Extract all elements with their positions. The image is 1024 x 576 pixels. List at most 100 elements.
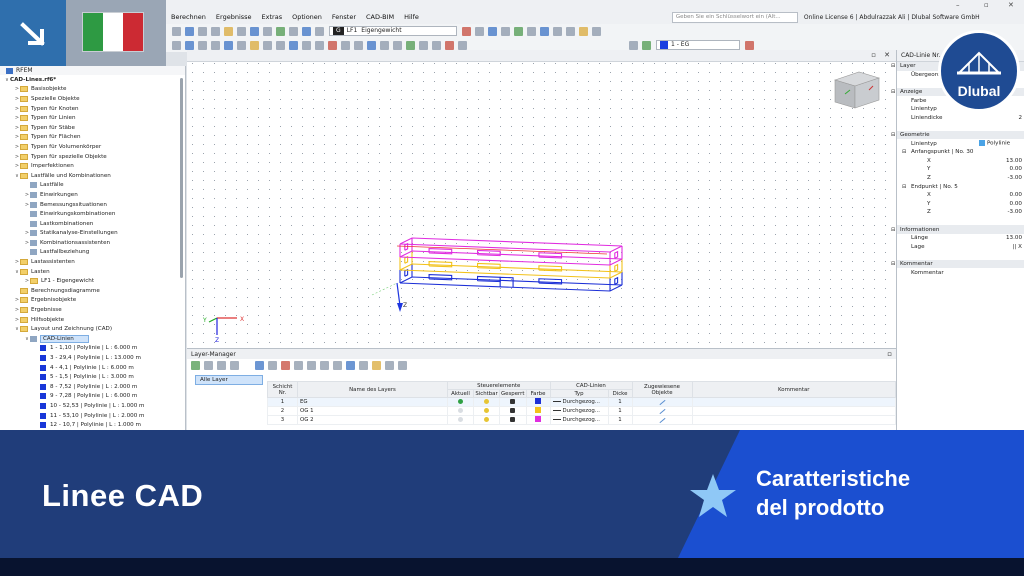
layer-copy-icon[interactable] <box>217 360 226 370</box>
tree-item[interactable]: 1 - 1,10 | Polylinie | L : 6.000 m <box>0 344 185 354</box>
filter-icon[interactable] <box>432 40 441 50</box>
layer-unlink-icon[interactable] <box>359 360 368 370</box>
tree-item[interactable]: > Typen für Knoten <box>0 104 185 114</box>
prev-icon[interactable] <box>462 26 471 36</box>
layer-sort-icon[interactable] <box>333 360 342 370</box>
tree-item[interactable]: Berechnungsdiagramme <box>0 286 185 296</box>
tree-item[interactable]: ∨ Lastfälle und Kombinationen <box>0 171 185 181</box>
pen-icon[interactable] <box>658 417 666 424</box>
layer-comment[interactable] <box>691 406 896 416</box>
menu-cad-bim[interactable]: CAD-BIM <box>361 13 399 21</box>
radio-icon[interactable] <box>458 407 463 413</box>
layer-delete-icon[interactable] <box>230 360 239 370</box>
property-row[interactable]: Liniendicke 2 <box>897 114 1024 123</box>
mesh-icon[interactable] <box>514 26 523 36</box>
property-row[interactable]: Linientyp Polylinie <box>897 139 1024 148</box>
tree-item[interactable]: > Kombinationsassistenten <box>0 238 185 248</box>
section-icon[interactable] <box>527 26 536 36</box>
guide-icon[interactable] <box>380 40 389 50</box>
tree-item[interactable]: > Einwirkungen <box>0 190 185 200</box>
layer-icon[interactable] <box>406 40 415 50</box>
layer-pin-icon[interactable] <box>745 40 754 50</box>
line-icon[interactable] <box>198 40 207 50</box>
cad-line-eg[interactable] <box>614 276 619 285</box>
property-row[interactable]: Kommentar <box>897 268 1024 277</box>
redo-icon[interactable] <box>237 26 246 36</box>
tree-item[interactable]: 5 - 1,5 | Polylinie | L : 3.000 m <box>0 372 185 382</box>
tree-item[interactable]: > Typen für Stäbe <box>0 123 185 133</box>
layer-thickness[interactable]: 1 <box>607 406 633 416</box>
surface-icon[interactable] <box>224 40 233 50</box>
property-row[interactable]: Z -3.00 <box>897 174 1024 183</box>
collapse-icon[interactable]: ⊟ <box>891 63 895 69</box>
close-icon[interactable]: ✕ <box>1008 1 1014 9</box>
layer-row[interactable]: 1 EG Durchgezog... 1 <box>267 397 896 407</box>
pen-icon[interactable] <box>658 408 666 415</box>
tree-item[interactable]: > Lastassistenten <box>0 257 185 267</box>
bulb-icon[interactable] <box>484 398 489 404</box>
top-view-icon[interactable] <box>579 26 588 36</box>
layer-add-icon[interactable] <box>642 40 651 50</box>
visibility-icon[interactable] <box>419 40 428 50</box>
layer-color[interactable] <box>525 406 551 416</box>
layer-folder-icon[interactable] <box>204 360 213 370</box>
next-icon[interactable] <box>475 26 484 36</box>
tree-item[interactable]: Lastfälle <box>0 181 185 191</box>
hinge-icon[interactable] <box>263 40 272 50</box>
tree-item[interactable]: 8 - 7,52 | Polylinie | L : 2.000 m <box>0 382 185 392</box>
select-icon[interactable] <box>172 40 181 50</box>
layer-line-type[interactable]: Durchgezog... <box>549 415 609 425</box>
tree-item[interactable]: > Imperfektionen <box>0 161 185 171</box>
cancel-icon[interactable] <box>445 40 454 50</box>
check-circle-icon[interactable] <box>458 398 463 404</box>
solid-icon[interactable] <box>237 40 246 50</box>
color-swatch[interactable] <box>535 416 541 422</box>
layer-stack-icon[interactable] <box>385 360 394 370</box>
layer-line-type[interactable]: Durchgezog... <box>549 406 609 416</box>
property-row[interactable]: Y 0.00 <box>897 200 1024 209</box>
layer-pen-icon[interactable] <box>372 360 381 370</box>
results-icon[interactable] <box>289 26 298 36</box>
property-row[interactable]: X 13.00 <box>897 157 1024 166</box>
dimension-icon[interactable] <box>393 40 402 50</box>
layer-select[interactable]: 1 - EG <box>656 40 740 50</box>
layer-locked[interactable] <box>499 397 527 407</box>
layer-locked[interactable] <box>499 415 527 425</box>
iso-view-icon[interactable] <box>540 26 549 36</box>
property-row[interactable]: Y 0.00 <box>897 165 1024 174</box>
tree-item[interactable]: > Ergebnisse <box>0 305 185 315</box>
snap-icon[interactable] <box>354 40 363 50</box>
tree-item[interactable]: > Statikanalyse-Einstellungen <box>0 229 185 239</box>
tree-item[interactable]: ∨ Lasten <box>0 267 185 277</box>
cad-line-eg[interactable] <box>538 278 563 285</box>
collapse-icon[interactable]: ⊟ <box>891 261 895 267</box>
layer-visible[interactable] <box>473 415 500 425</box>
bulb-icon[interactable] <box>484 407 489 413</box>
tree-item[interactable]: > Typen für Linien <box>0 113 185 123</box>
layer-line-type[interactable]: Durchgezog... <box>549 397 609 407</box>
menu-extras[interactable]: Extras <box>257 13 288 21</box>
property-row[interactable]: Anfangspunkt | No. 30 ⊟ <box>897 148 1024 157</box>
tree-item[interactable]: 3 - 29,4 | Polylinie | L : 13.000 m <box>0 353 185 363</box>
tree-item[interactable]: ∨ CAD-Linien <box>0 334 185 344</box>
tree-item[interactable]: > LF1 - Eigengewicht <box>0 276 185 286</box>
cad-line-door[interactable] <box>499 276 514 288</box>
layer-current[interactable] <box>447 406 474 416</box>
layer-row[interactable]: 3 OG 2 Durchgezog... 1 <box>267 415 896 425</box>
search-input[interactable]: Geben Sie ein Schlüsselwort ein (Alt... <box>671 11 798 23</box>
property-row[interactable]: Endpunkt | No. 5 ⊟ <box>897 182 1024 191</box>
property-section[interactable]: Geometrie ⊟ <box>891 130 1024 140</box>
layer-manager-close-icon[interactable]: ▫ <box>887 350 892 358</box>
undo-icon[interactable] <box>224 26 233 36</box>
tree-item[interactable]: 10 - 52,53 | Polylinie | L : 1.000 m <box>0 401 185 411</box>
lock-icon[interactable] <box>510 407 516 413</box>
maximize-icon[interactable]: ▫ <box>984 1 989 9</box>
view-icon[interactable] <box>302 26 311 36</box>
layer-new-icon[interactable] <box>191 360 200 370</box>
layer-row[interactable]: 2 OG 1 Durchgezog... 1 <box>267 406 896 416</box>
tree-item[interactable]: > Bemessungssituationen <box>0 200 185 210</box>
layer-current[interactable] <box>447 415 474 425</box>
support-icon[interactable] <box>250 40 259 50</box>
measure-icon[interactable] <box>341 40 350 50</box>
menu-berechnen[interactable]: Berechnen <box>166 13 211 21</box>
